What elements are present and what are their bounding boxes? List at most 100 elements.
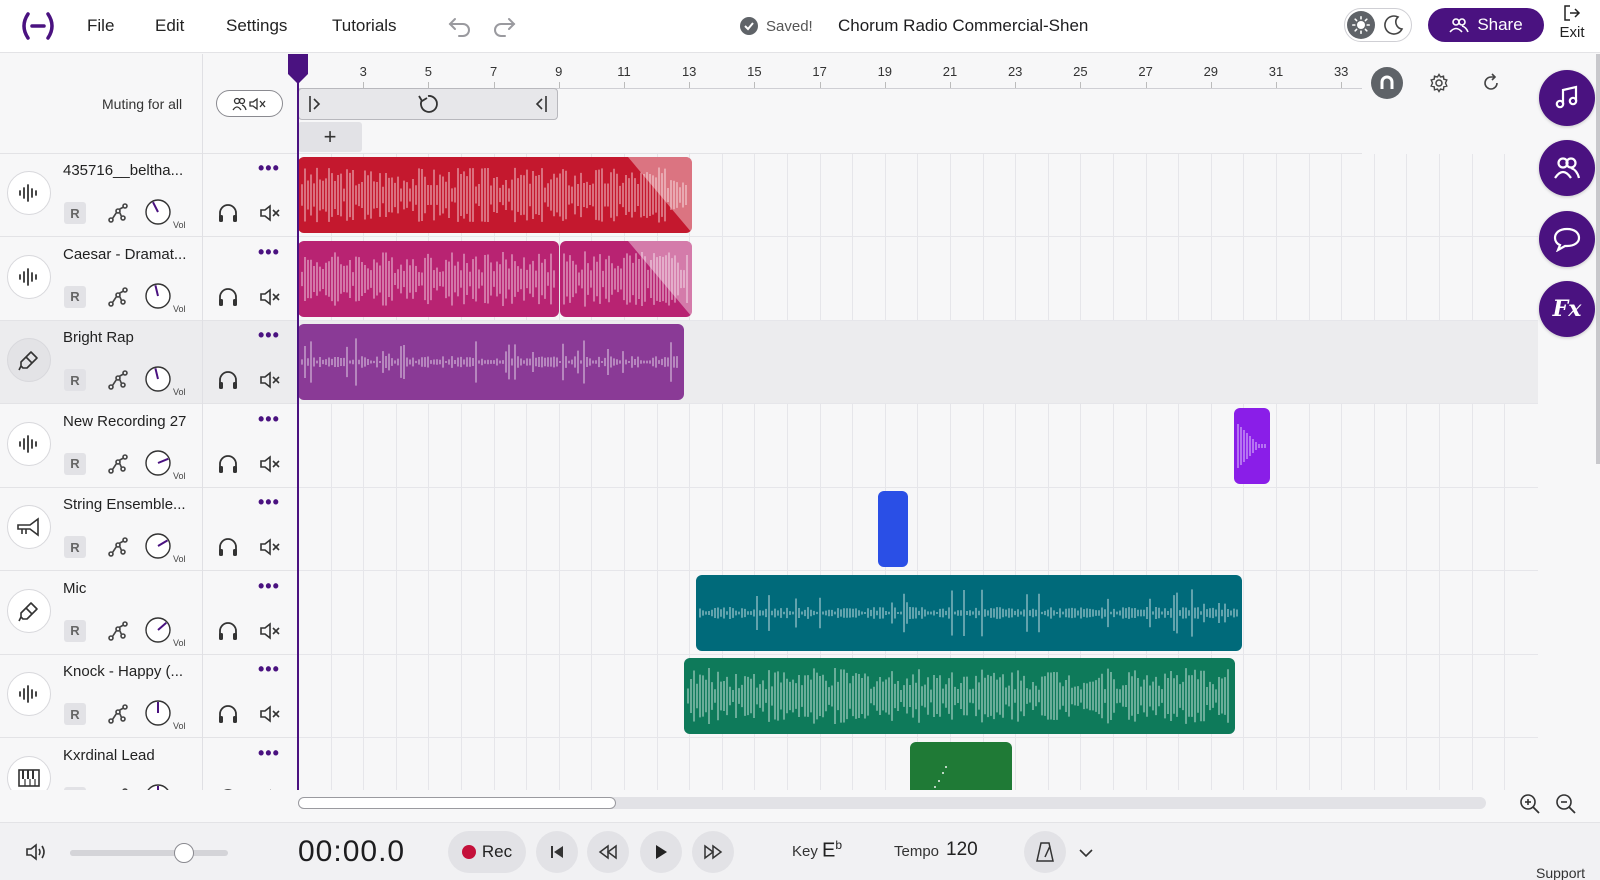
project-title[interactable]: Chorum Radio Commercial-Shen (838, 16, 1088, 36)
audio-clip[interactable] (878, 491, 908, 567)
track-row[interactable]: Kxrdinal Lead•••RVol (0, 738, 298, 790)
timeline-ruler[interactable]: + 3 5 7 9 11 13 15 17 19 21 23 25 27 29 31 33 (298, 54, 1362, 154)
audio-clip[interactable] (1234, 407, 1270, 484)
headphones-icon[interactable] (216, 368, 240, 392)
track-lane[interactable] (298, 488, 1538, 571)
track-name[interactable]: Caesar - Dramat... (63, 246, 195, 263)
tempo-value[interactable]: 120 (946, 839, 978, 861)
track-name[interactable]: Bright Rap (63, 329, 195, 346)
microphone-icon[interactable] (7, 338, 51, 382)
headphones-icon[interactable] (216, 702, 240, 726)
audio-clip[interactable] (560, 240, 692, 317)
effects-button[interactable]: Fx (1539, 281, 1595, 337)
reset-view-button[interactable] (1474, 66, 1508, 100)
play-button[interactable] (640, 831, 682, 873)
record-arm-button[interactable]: R (64, 786, 86, 790)
track-row[interactable]: New Recording 27 ••• R Vol (0, 404, 298, 488)
volume-knob[interactable] (144, 365, 172, 393)
microphone-icon[interactable] (7, 588, 51, 633)
record-arm-button[interactable]: R (64, 619, 86, 642)
audio-clip[interactable] (298, 324, 684, 400)
volume-knob[interactable] (144, 449, 172, 477)
loop-start-handle-icon[interactable] (307, 94, 325, 114)
automation-icon[interactable] (106, 619, 130, 643)
track-more-icon[interactable]: ••• (258, 492, 280, 513)
record-arm-button[interactable]: R (64, 703, 86, 725)
keyboard-icon[interactable] (7, 755, 51, 790)
record-arm-button[interactable]: R (64, 452, 86, 475)
mute-icon[interactable] (258, 702, 282, 726)
automation-icon[interactable] (106, 786, 130, 790)
headphones-icon[interactable] (216, 786, 240, 790)
track-more-icon[interactable]: ••• (258, 743, 280, 764)
vertical-scrollbar[interactable] (1596, 54, 1600, 464)
volume-knob[interactable] (144, 699, 172, 727)
track-more-icon[interactable]: ••• (258, 242, 280, 263)
mute-icon[interactable] (258, 535, 282, 559)
track-name[interactable]: Knock - Happy (... (63, 663, 195, 680)
redo-icon[interactable] (491, 12, 517, 38)
volume-knob[interactable] (144, 198, 172, 226)
track-more-icon[interactable]: ••• (258, 409, 280, 430)
track-row[interactable]: String Ensemble... ••• R Vol (0, 488, 298, 571)
support-link[interactable]: Support (1536, 865, 1585, 880)
horizontal-scrollbar[interactable] (298, 797, 1486, 809)
record-arm-button[interactable]: R (64, 202, 86, 224)
arrangement-grid[interactable] (298, 154, 1538, 790)
master-volume-thumb[interactable] (173, 843, 194, 863)
collaborators-button[interactable] (1539, 140, 1595, 196)
waveform-icon[interactable] (7, 171, 51, 215)
track-name[interactable]: Kxrdinal Lead (63, 747, 195, 764)
zoom-out-icon[interactable] (1554, 792, 1578, 816)
track-more-icon[interactable]: ••• (258, 158, 280, 179)
track-more-icon[interactable]: ••• (258, 325, 280, 346)
track-more-icon[interactable]: ••• (258, 659, 280, 680)
settings-button[interactable] (1422, 66, 1456, 100)
volume-knob[interactable] (144, 783, 172, 790)
rewind-button[interactable] (587, 831, 629, 873)
audio-clip[interactable] (910, 741, 1012, 790)
headphones-icon[interactable] (216, 619, 240, 643)
mute-icon[interactable] (258, 368, 282, 392)
menu-file[interactable]: File (87, 16, 114, 36)
record-arm-button[interactable]: R (64, 285, 86, 308)
add-track-button[interactable]: + (298, 122, 362, 152)
loop-end-handle-icon[interactable] (531, 94, 549, 114)
automation-icon[interactable] (106, 285, 130, 309)
audio-clip[interactable] (298, 240, 559, 317)
share-button[interactable]: Share (1428, 8, 1544, 42)
chevron-down-icon[interactable] (1076, 843, 1096, 863)
volume-knob[interactable] (144, 616, 172, 644)
record-arm-button[interactable]: R (64, 536, 86, 558)
mute-icon[interactable] (258, 285, 282, 309)
track-row[interactable]: Bright Rap ••• R Vol (0, 321, 298, 404)
automation-icon[interactable] (106, 452, 130, 476)
key-value[interactable]: Eb (822, 838, 842, 863)
playhead-handle[interactable] (286, 54, 310, 84)
automation-icon[interactable] (106, 368, 130, 392)
headphones-icon[interactable] (216, 535, 240, 559)
waveform-icon[interactable] (7, 254, 51, 299)
snap-button[interactable] (1370, 66, 1404, 100)
scrollbar-thumb[interactable] (298, 797, 616, 809)
track-row[interactable]: Knock - Happy (... ••• R Vol (0, 655, 298, 738)
soundtrap-logo[interactable] (18, 10, 58, 42)
loop-region[interactable] (298, 88, 558, 120)
instruments-button[interactable] (1539, 70, 1595, 126)
metronome-button[interactable] (1024, 831, 1066, 873)
fast-forward-button[interactable] (692, 831, 734, 873)
mute-icon[interactable] (258, 619, 282, 643)
track-name[interactable]: Mic (63, 580, 195, 597)
headphones-icon[interactable] (216, 201, 240, 225)
volume-knob[interactable] (144, 532, 172, 560)
headphones-icon[interactable] (216, 285, 240, 309)
chat-button[interactable] (1539, 211, 1595, 267)
audio-clip[interactable] (696, 574, 1242, 651)
menu-settings[interactable]: Settings (226, 16, 287, 36)
record-button[interactable]: Rec (448, 831, 526, 873)
automation-icon[interactable] (106, 201, 130, 225)
undo-icon[interactable] (447, 12, 473, 38)
exit-button[interactable]: Exit (1554, 4, 1590, 48)
automation-icon[interactable] (106, 535, 130, 559)
track-name[interactable]: String Ensemble... (63, 496, 195, 513)
